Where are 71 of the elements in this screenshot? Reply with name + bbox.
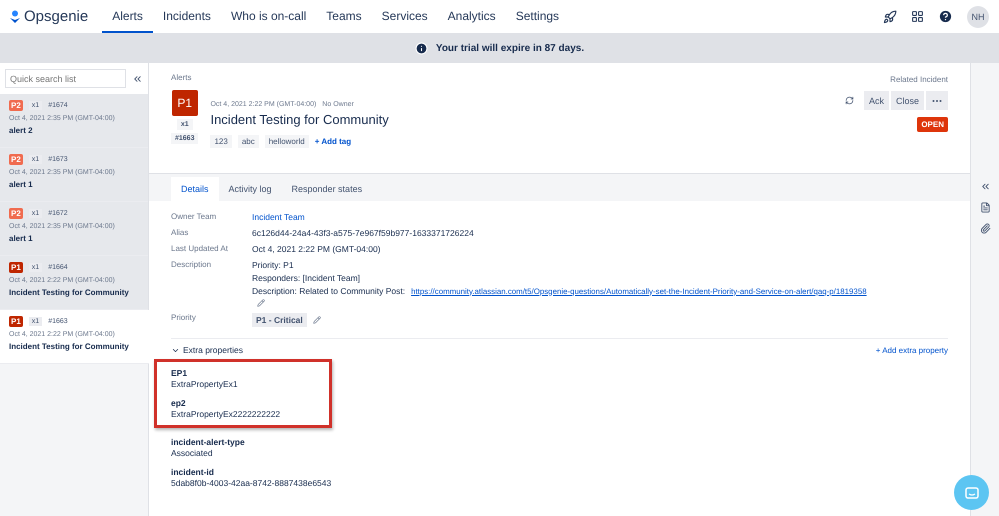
extra-properties-toggle[interactable]: Extra properties: [171, 345, 243, 355]
more-button[interactable]: [926, 91, 948, 110]
owner-team-link[interactable]: Incident Team: [252, 212, 948, 222]
chat-icon: [964, 486, 978, 498]
brand-logo[interactable]: Opsgenie: [10, 0, 88, 33]
add-tag-link[interactable]: + Add tag: [314, 137, 352, 146]
detail-label: Last Updated At: [171, 244, 229, 254]
action-button[interactable]: Ack: [864, 91, 889, 110]
property-key: EP1: [171, 368, 315, 378]
tab[interactable]: Responder states: [282, 177, 372, 201]
alert-title: Incident Testing for Community: [9, 342, 130, 351]
priority-badge: P1: [172, 90, 198, 116]
priority-badge: P1: [9, 316, 23, 327]
alert-title: alert 2: [9, 126, 34, 135]
detail-label: Priority: [171, 313, 197, 324]
alert-title: Incident Testing for Community: [9, 288, 130, 297]
nav-tab[interactable]: Incidents: [152, 0, 221, 33]
priority-badge: P2: [9, 100, 23, 111]
detail-value: 6c126d44-24a4-43f3-a575-7e967f59b977-1633371726224: [252, 228, 475, 238]
property-value: 5dab8f0b-4003-42aa-8742-8887438e6543: [171, 478, 332, 488]
nav-tab[interactable]: Teams: [316, 0, 372, 33]
help-icon[interactable]: [938, 9, 953, 24]
alert-title: Incident Testing for Community: [210, 112, 389, 127]
detail-label: Description: [171, 260, 212, 271]
attachment-icon[interactable]: [980, 223, 990, 234]
description-line: Description: Related to Community Post:: [252, 286, 406, 296]
add-extra-property-link[interactable]: + Add extra property: [876, 346, 948, 354]
related-incident-label: Related Incident: [890, 75, 948, 84]
priority-badge: P2: [9, 208, 23, 219]
tag: abc: [238, 135, 259, 148]
brand-name: Opsgenie: [24, 8, 88, 25]
description-line: Priority: P1: [252, 260, 295, 270]
banner-text: Your trial will expire in 87 days.: [436, 43, 584, 54]
tag: helloworld: [264, 135, 309, 148]
description-line: Responders: [Incident Team]: [252, 273, 362, 283]
alert-title: alert 1: [9, 180, 34, 189]
property-value: ExtraPropertyEx1: [171, 379, 239, 389]
property-key: incident-alert-type: [171, 437, 948, 447]
search-field[interactable]: Quick search list: [5, 69, 126, 88]
tag: 123: [210, 135, 232, 148]
nav-tab[interactable]: Services: [372, 0, 438, 33]
tab[interactable]: Activity log: [218, 177, 282, 201]
expand-icon[interactable]: [980, 181, 990, 192]
priority-chip: P1 - Critical: [252, 313, 307, 327]
detail-label: Alias: [171, 228, 190, 238]
section-title: Extra properties: [183, 345, 243, 355]
tab[interactable]: Details: [171, 177, 219, 201]
info-icon: [414, 42, 428, 55]
breadcrumb: Alerts: [171, 73, 192, 82]
property-key: incident-id: [171, 467, 948, 477]
priority-badge: P1: [9, 262, 23, 273]
nav-tab[interactable]: Who is on-call: [220, 0, 316, 33]
property-key: ep2: [171, 398, 315, 408]
detail-value: Oct 4, 2021 2:22 PM (GMT-04:00): [252, 244, 382, 254]
status-badge: OPEN: [917, 117, 948, 132]
alert-title: alert 1: [9, 234, 34, 243]
rocket-icon[interactable]: [883, 10, 897, 24]
edit-icon[interactable]: [312, 316, 321, 324]
property-value: ExtraPropertyEx2222222222: [171, 409, 282, 419]
refresh-icon[interactable]: [844, 96, 854, 105]
apps-icon[interactable]: [911, 10, 924, 23]
logo-icon: [10, 10, 20, 23]
notes-icon[interactable]: [980, 202, 990, 213]
detail-label: Owner Team: [171, 212, 218, 222]
priority-badge: P2: [9, 154, 23, 165]
action-button[interactable]: Close: [890, 91, 924, 110]
nav-tab[interactable]: Settings: [506, 0, 570, 33]
edit-icon[interactable]: [257, 299, 265, 307]
nav-tab[interactable]: Analytics: [438, 0, 506, 33]
property-value: Associated: [171, 448, 214, 458]
user-avatar[interactable]: NH: [967, 6, 989, 28]
